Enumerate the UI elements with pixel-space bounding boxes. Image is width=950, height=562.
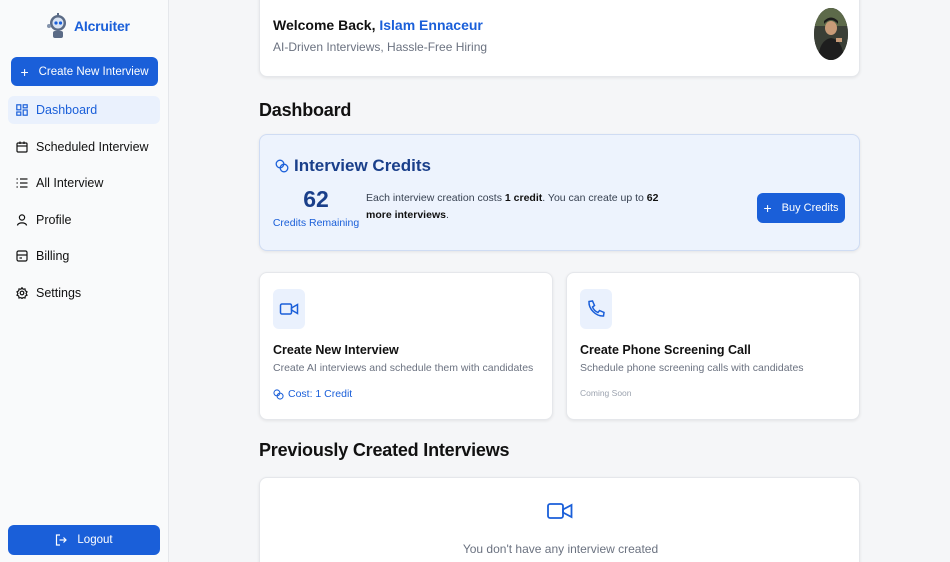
coming-soon-badge: Coming Soon [580,388,632,398]
feature-cost-text: Cost: 1 Credit [288,388,353,400]
sidebar-item-label: Scheduled Interview [36,139,149,154]
create-interview-card[interactable]: Create New Interview Create AI interview… [259,272,553,420]
feature-title: Create Phone Screening Call [580,343,751,357]
desc-text: . [445,208,449,221]
credits-description: Each interview creation costs 1 credit. … [366,190,686,223]
dashboard-icon [16,104,28,116]
sidebar-item-dashboard[interactable]: Dashboard [8,96,160,124]
desc-text: . You can create up to [542,192,647,204]
welcome-card: Welcome Back, Islam Ennaceur AI-Driven I… [259,0,860,77]
user-name: Islam Ennaceur [379,17,483,33]
gear-icon [16,286,28,299]
coins-icon [273,388,284,400]
calendar-icon [16,141,28,153]
plus-icon: + [763,200,772,216]
wallet-icon [16,250,28,262]
sidebar-item-all-interview[interactable]: All Interview [8,169,160,197]
logout-icon [56,534,68,546]
welcome-greeting: Welcome Back, [273,17,376,33]
feature-description: Create AI interviews and schedule them w… [273,362,534,374]
plus-icon: + [20,63,29,80]
empty-interviews-card: You don't have any interview created [259,477,860,562]
sidebar-item-billing[interactable]: Billing [8,242,160,270]
buy-credits-button[interactable]: + Buy Credits [757,193,845,223]
sidebar-item-label: All Interview [36,176,104,191]
create-new-interview-button[interactable]: + Create New Interview [11,57,158,86]
list-icon [16,178,28,188]
sidebar-item-label: Settings [36,285,82,300]
create-button-label: Create New Interview [38,65,149,78]
phone-icon [580,289,612,329]
user-icon [16,214,28,226]
credits-count: 62 [303,186,329,212]
logout-label: Logout [77,534,113,546]
credits-title-text: Interview Credits [294,156,431,175]
previous-interviews-title: Previously Created Interviews [259,440,510,460]
sidebar-item-label: Billing [36,249,70,264]
welcome-subtitle: AI-Driven Interviews, Hassle-Free Hiring [273,40,488,54]
desc-text: Each interview creation costs [366,192,505,204]
desc-cost: 1 credit [504,192,543,204]
empty-state-text: You don't have any interview created [462,542,659,556]
credits-title: Interview Credits [275,156,431,176]
avatar[interactable] [814,8,848,60]
video-icon [273,289,305,329]
dashboard-title: Dashboard [259,100,352,120]
feature-description: Schedule phone screening calls with cand… [580,362,804,374]
sidebar-nav: Dashboard Scheduled Interview All Interv… [8,96,160,316]
logout-button[interactable]: Logout [8,525,160,555]
credits-remaining-label: Credits Remaining [272,217,360,229]
phone-screening-card[interactable]: Create Phone Screening Call Schedule pho… [566,272,860,420]
sidebar: AIcruiter + Create New Interview Dashboa… [0,0,169,562]
logo[interactable]: AIcruiter [46,12,130,40]
logo-text: AIcruiter [74,18,130,34]
video-icon [547,503,573,519]
credits-card: Interview Credits 62 Credits Remaining E… [259,134,860,251]
feature-cost: Cost: 1 Credit [273,388,352,400]
welcome-title: Welcome Back, Islam Ennaceur [273,17,483,33]
feature-title: Create New Interview [273,343,399,357]
robot-logo-icon [47,13,66,38]
buy-credits-label: Buy Credits [781,202,839,214]
sidebar-item-profile[interactable]: Profile [8,206,160,234]
sidebar-item-settings[interactable]: Settings [8,279,160,307]
sidebar-item-label: Profile [36,212,72,227]
sidebar-item-scheduled-interview[interactable]: Scheduled Interview [8,133,160,161]
sidebar-item-label: Dashboard [36,103,98,117]
coins-icon [275,159,289,173]
